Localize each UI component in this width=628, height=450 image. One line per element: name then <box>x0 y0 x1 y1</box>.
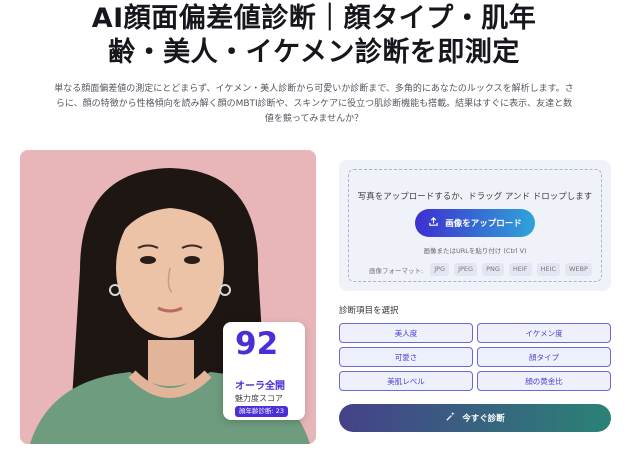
upload-panel: 写真をアップロードするか、ドラッグ アンド ドロップします 画像をアップロード … <box>339 160 611 291</box>
option-face-type[interactable]: 顔タイプ <box>477 347 611 367</box>
option-handsome[interactable]: イケメン度 <box>477 323 611 343</box>
format-badge: PNG <box>482 263 504 276</box>
page-title-line-1: AI顔面偏差値診断｜顔タイプ・肌年 <box>91 3 537 34</box>
score-value: 92 <box>235 326 279 362</box>
dropzone-prompt: 写真をアップロードするか、ドラッグ アンド ドロップします <box>357 192 593 202</box>
format-badge: HEIF <box>508 263 532 276</box>
format-list: 画像フォーマット: JPG JPEG PNG HEIF HEIC WEBP <box>369 263 592 276</box>
image-dropzone[interactable]: 写真をアップロードするか、ドラッグ アンド ドロップします 画像をアップロード … <box>348 169 602 282</box>
diagnose-now-label: 今すぐ診断 <box>462 414 505 424</box>
option-beauty[interactable]: 美人度 <box>339 323 473 343</box>
format-badge: JPG <box>430 263 450 276</box>
face-age-badge: 顔年齢診断: 23 <box>235 406 289 417</box>
sparkle-wand-icon <box>445 411 456 425</box>
page-title: AI顔面偏差値診断｜顔タイプ・肌年 齢・美人・イケメン診断を即測定 <box>0 2 628 70</box>
score-title: オーラ全開 <box>235 381 285 392</box>
diagnosis-section-label: 診断項目を選択 <box>339 306 399 316</box>
diagnose-now-button[interactable]: 今すぐ診断 <box>339 404 611 432</box>
option-cuteness[interactable]: 可愛さ <box>339 347 473 367</box>
page-description: 単なる顔面偏差値の測定にとどまらず、イケメン・美人診断から可愛いか診断まで、多角… <box>54 84 574 124</box>
format-badge: WEBP <box>565 263 592 276</box>
score-subtitle: 魅力度スコア <box>235 394 283 403</box>
option-golden-ratio[interactable]: 顔の黄金比 <box>477 371 611 391</box>
page-title-line-2: 齢・美人・イケメン診断を即測定 <box>108 37 520 68</box>
option-skin-level[interactable]: 美肌レベル <box>339 371 473 391</box>
formats-label: 画像フォーマット: <box>369 266 424 275</box>
score-card: 92 オーラ全開 魅力度スコア 顔年齢診断: 23 <box>223 322 305 420</box>
format-badge: JPEG <box>454 263 478 276</box>
upload-button-label: 画像をアップロード <box>445 219 522 229</box>
upload-image-button[interactable]: 画像をアップロード <box>415 209 535 237</box>
paste-hint: 画像またはURLを貼り付け (Ctrl V) <box>423 247 527 255</box>
format-badge: HEIC <box>536 263 560 276</box>
upload-icon <box>428 216 439 230</box>
